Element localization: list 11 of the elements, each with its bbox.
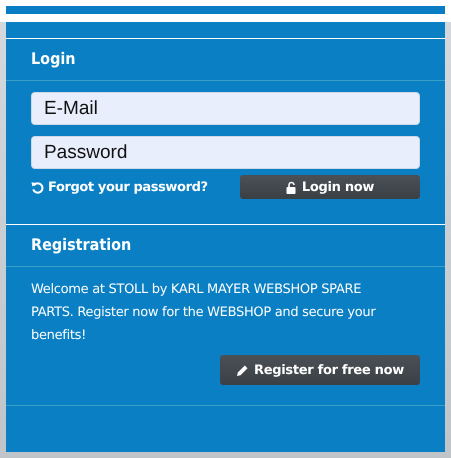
email-field[interactable]: E-Mail — [31, 92, 420, 125]
register-button[interactable]: Register for free now — [220, 355, 420, 385]
forgot-password-link[interactable]: Forgot your password? — [31, 180, 208, 194]
unlock-icon — [286, 180, 297, 194]
registration-text: Welcome at STOLL by KARL MAYER WEBSHOP SPARE PARTS. Register now for the WEBSHOP and secure your benefits! — [31, 281, 377, 345]
login-button[interactable]: Login now — [240, 175, 420, 199]
section-title: Registration — [31, 235, 132, 254]
pencil-icon — [236, 364, 250, 376]
section-title: Login — [31, 49, 77, 68]
password-field[interactable]: Password — [31, 136, 420, 169]
reset-icon — [31, 180, 44, 194]
